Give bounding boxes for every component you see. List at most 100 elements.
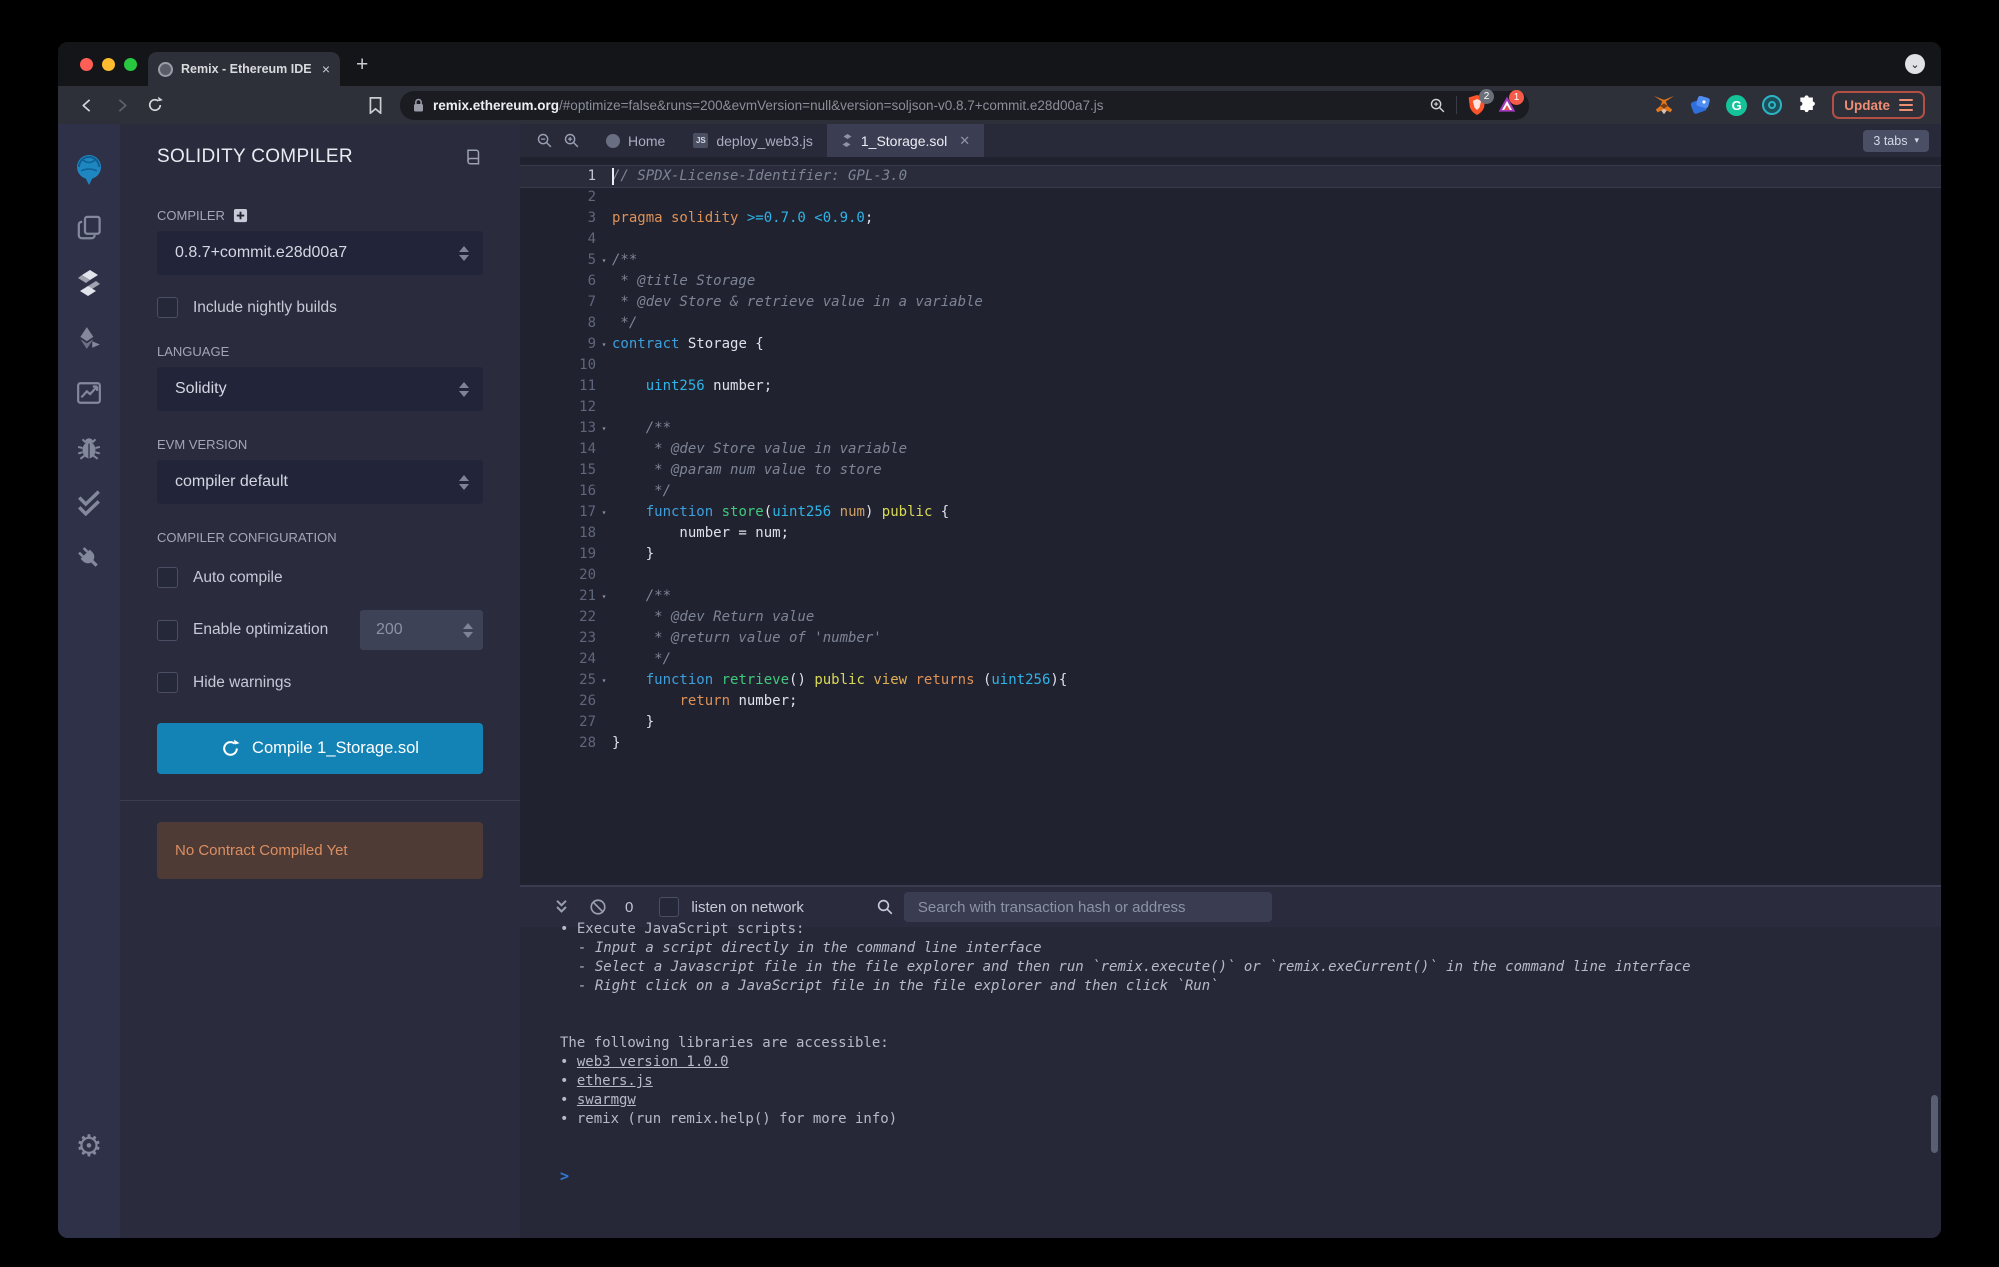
language-select[interactable]: Solidity <box>157 367 483 411</box>
code-line[interactable]: 15 * @param num value to store <box>520 460 1941 481</box>
fold-arrow-icon[interactable]: ▾ <box>596 418 612 439</box>
maximize-window-button[interactable] <box>124 58 137 71</box>
line-number: 21 <box>520 586 596 607</box>
tab-search-icon[interactable]: ⌄ <box>1905 54 1925 74</box>
code-line[interactable]: 14 * @dev Store value in variable <box>520 439 1941 460</box>
compile-button[interactable]: Compile 1_Storage.sol <box>157 723 483 774</box>
tabs-count-badge[interactable]: 3 tabs▾ <box>1863 130 1929 152</box>
code-line[interactable]: 9▾contract Storage { <box>520 334 1941 355</box>
bookmark-sidebar-icon[interactable] <box>362 92 388 118</box>
browser-tab[interactable]: Remix - Ethereum IDE × <box>148 52 340 86</box>
code-line[interactable]: 10 <box>520 355 1941 376</box>
line-number: 2 <box>520 187 596 208</box>
code-line[interactable]: 24 */ <box>520 649 1941 670</box>
enable-optimization-checkbox[interactable] <box>157 620 178 641</box>
rail-item-unit-testing[interactable] <box>67 475 111 530</box>
close-tab-icon[interactable]: ✕ <box>959 133 970 149</box>
code-line[interactable]: 20 <box>520 565 1941 586</box>
url-bar[interactable]: remix.ethereum.org/#optimize=false&runs=… <box>400 91 1529 120</box>
metamask-icon[interactable] <box>1653 95 1675 116</box>
fold-arrow-icon[interactable]: ▾ <box>596 586 612 607</box>
rail-item-plugin-manager[interactable] <box>67 530 111 585</box>
code-line[interactable]: 11 uint256 number; <box>520 376 1941 397</box>
code-line[interactable]: 16 */ <box>520 481 1941 502</box>
update-button[interactable]: Update <box>1832 91 1925 119</box>
rail-item-static-analysis[interactable] <box>67 365 111 420</box>
rail-item-home[interactable] <box>67 138 111 200</box>
minimize-window-button[interactable] <box>102 58 115 71</box>
editor-tab-label: Home <box>628 133 665 149</box>
code-line[interactable]: 8 */ <box>520 313 1941 334</box>
optimization-runs-input[interactable]: 200 <box>360 610 483 650</box>
code-line[interactable]: 19 } <box>520 544 1941 565</box>
fold-arrow-icon[interactable]: ▾ <box>596 334 612 355</box>
code-editor[interactable]: 1// SPDX-License-Identifier: GPL-3.023pr… <box>520 157 1941 885</box>
code-line[interactable]: 4 <box>520 229 1941 250</box>
menu-hamburger-icon[interactable] <box>1899 99 1913 111</box>
zoom-page-icon[interactable] <box>1429 97 1446 114</box>
code-line[interactable]: 3pragma solidity >=0.7.0 <0.9.0; <box>520 208 1941 229</box>
code-line[interactable]: 1// SPDX-License-Identifier: GPL-3.0 <box>520 166 1941 187</box>
editor-tab-home[interactable]: Home <box>592 124 679 157</box>
add-compiler-icon[interactable] <box>233 208 248 223</box>
evm-version-select[interactable]: compiler default <box>157 460 483 504</box>
tag-extension-icon[interactable] <box>1690 95 1711 116</box>
code-line[interactable]: 6 * @title Storage <box>520 271 1941 292</box>
auto-compile-checkbox[interactable] <box>157 567 178 588</box>
terminal-output[interactable]: • Execute JavaScript scripts:- Input a s… <box>520 920 1941 1238</box>
fold-gutter <box>596 229 612 250</box>
line-number: 25 <box>520 670 596 691</box>
close-tab-icon[interactable]: × <box>322 61 330 77</box>
terminal-line[interactable]: • swarmgw <box>560 1091 1941 1110</box>
line-number: 6 <box>520 271 596 292</box>
code-line[interactable]: 18 number = num; <box>520 523 1941 544</box>
brave-shield-icon[interactable]: 2 <box>1467 94 1487 116</box>
collapse-chevrons-icon[interactable] <box>554 899 569 915</box>
back-icon[interactable] <box>74 92 100 118</box>
code-line[interactable]: 21▾ /** <box>520 586 1941 607</box>
code-line[interactable]: 7 * @dev Store & retrieve value in a var… <box>520 292 1941 313</box>
terminal-search-input[interactable] <box>904 892 1272 922</box>
code-line[interactable]: 27 } <box>520 712 1941 733</box>
clear-console-icon[interactable] <box>589 898 607 916</box>
code-line[interactable]: 17▾ function store(uint256 num) public { <box>520 502 1941 523</box>
zoom-out-icon[interactable] <box>536 132 553 149</box>
forward-icon[interactable] <box>108 92 134 118</box>
compiler-version-select[interactable]: 0.8.7+commit.e28d00a7 <box>157 231 483 275</box>
code-line[interactable]: 2 <box>520 187 1941 208</box>
terminal-line[interactable]: • ethers.js <box>560 1072 1941 1091</box>
code-line[interactable]: 22 * @dev Return value <box>520 607 1941 628</box>
rail-item-file-explorer[interactable] <box>67 200 111 255</box>
editor-tab-deploy-web3-js[interactable]: JSdeploy_web3.js <box>679 124 827 157</box>
fold-arrow-icon[interactable]: ▾ <box>596 250 612 271</box>
code-line[interactable]: 26 return number; <box>520 691 1941 712</box>
brave-rewards-icon[interactable]: 1 <box>1497 95 1517 115</box>
new-tab-button[interactable]: + <box>356 48 368 82</box>
code-line[interactable]: 5▾/** <box>520 250 1941 271</box>
code-line[interactable]: 25▾ function retrieve() public view retu… <box>520 670 1941 691</box>
code-line[interactable]: 13▾ /** <box>520 418 1941 439</box>
terminal-line[interactable]: • web3 version 1.0.0 <box>560 1053 1941 1072</box>
documentation-book-icon[interactable] <box>465 148 483 166</box>
hide-warnings-checkbox[interactable] <box>157 672 178 693</box>
code-line[interactable]: 28} <box>520 733 1941 754</box>
editor-tab-1-storage-sol[interactable]: 1_Storage.sol✕ <box>827 124 984 157</box>
line-number: 19 <box>520 544 596 565</box>
terminal-scrollbar[interactable] <box>1931 1095 1938 1153</box>
nightly-builds-checkbox[interactable] <box>157 297 178 318</box>
code-line[interactable]: 12 <box>520 397 1941 418</box>
close-window-button[interactable] <box>80 58 93 71</box>
puzzle-extensions-icon[interactable] <box>1797 95 1817 115</box>
rail-item-deploy-and-run[interactable] <box>67 310 111 365</box>
rail-item-debugger[interactable] <box>67 420 111 475</box>
fold-arrow-icon[interactable]: ▾ <box>596 670 612 691</box>
fold-arrow-icon[interactable]: ▾ <box>596 502 612 523</box>
grammarly-icon[interactable]: G <box>1726 95 1747 116</box>
reload-icon[interactable] <box>142 92 168 118</box>
teal-extension-icon[interactable] <box>1762 95 1782 115</box>
rail-item-solidity-compiler[interactable] <box>67 255 111 310</box>
code-line[interactable]: 23 * @return value of 'number' <box>520 628 1941 649</box>
zoom-in-icon[interactable] <box>563 132 580 149</box>
rail-item-settings[interactable]: ⚙ <box>67 1119 111 1174</box>
listen-on-network-checkbox[interactable] <box>659 897 679 917</box>
